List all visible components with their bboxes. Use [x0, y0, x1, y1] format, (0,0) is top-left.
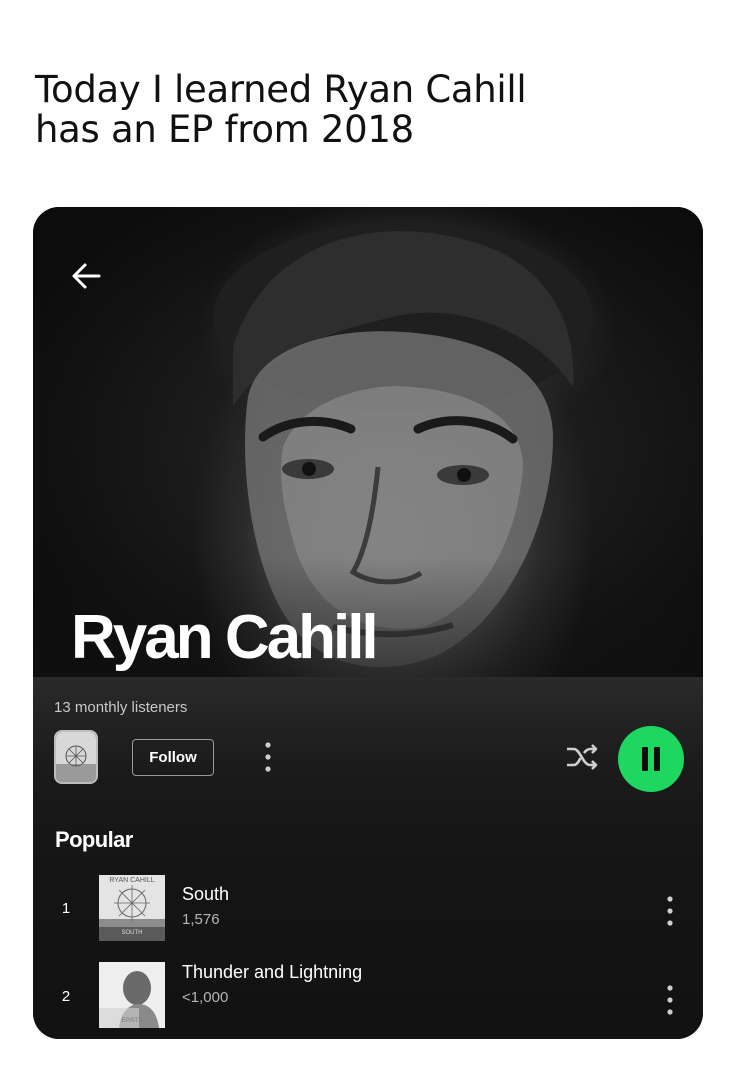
- caption-line-2: has an EP from 2018: [35, 108, 414, 151]
- popular-heading: Popular: [55, 827, 133, 852]
- artist-info-panel: 13 monthly listeners Follow Popular 1 RY…: [33, 677, 703, 1039]
- more-vertical-icon[interactable]: [665, 894, 675, 928]
- track-row[interactable]: 2 EPISTS Thunder and Lightning <1,000: [33, 962, 703, 1032]
- shuffle-icon[interactable]: [565, 742, 599, 772]
- follow-button[interactable]: Follow: [132, 739, 214, 776]
- track-cover-art: EPISTS: [99, 962, 165, 1028]
- track-cover-art: RYAN CAHILL SOUTH: [99, 875, 165, 941]
- post-caption: Today I learned Ryan Cahill has an EP fr…: [35, 70, 715, 150]
- artist-pick-cover[interactable]: [54, 730, 98, 784]
- track-play-count: 1,576: [182, 911, 220, 928]
- track-title: Thunder and Lightning: [182, 962, 363, 982]
- play-pause-button[interactable]: [618, 726, 684, 792]
- cover-art-image: [56, 732, 96, 782]
- more-vertical-icon[interactable]: [665, 983, 675, 1017]
- artist-name: Ryan Cahill: [71, 603, 379, 672]
- monthly-listeners: 13 monthly listeners: [54, 699, 188, 716]
- track-rank: 1: [61, 900, 71, 917]
- track-rank: 2: [61, 988, 71, 1005]
- cover-text-bottom: SOUTH: [121, 930, 143, 936]
- cover-text-bottom: EPISTS: [121, 1018, 143, 1024]
- track-title: South: [182, 884, 230, 904]
- caption-line-1: Today I learned Ryan Cahill: [35, 68, 527, 111]
- arrow-left-icon[interactable]: [69, 259, 103, 293]
- artist-hero-image: Ryan Cahill: [33, 207, 703, 677]
- artist-page-screenshot: Ryan Cahill 13 monthly listeners Follow: [33, 207, 703, 1039]
- cover-text-top: RYAN CAHILL: [109, 877, 155, 884]
- track-row[interactable]: 1 RYAN CAHILL SOUTH South 1,576: [33, 875, 703, 945]
- pause-icon: [642, 747, 660, 771]
- track-play-count: <1,000: [182, 989, 229, 1006]
- more-vertical-icon[interactable]: [263, 740, 273, 774]
